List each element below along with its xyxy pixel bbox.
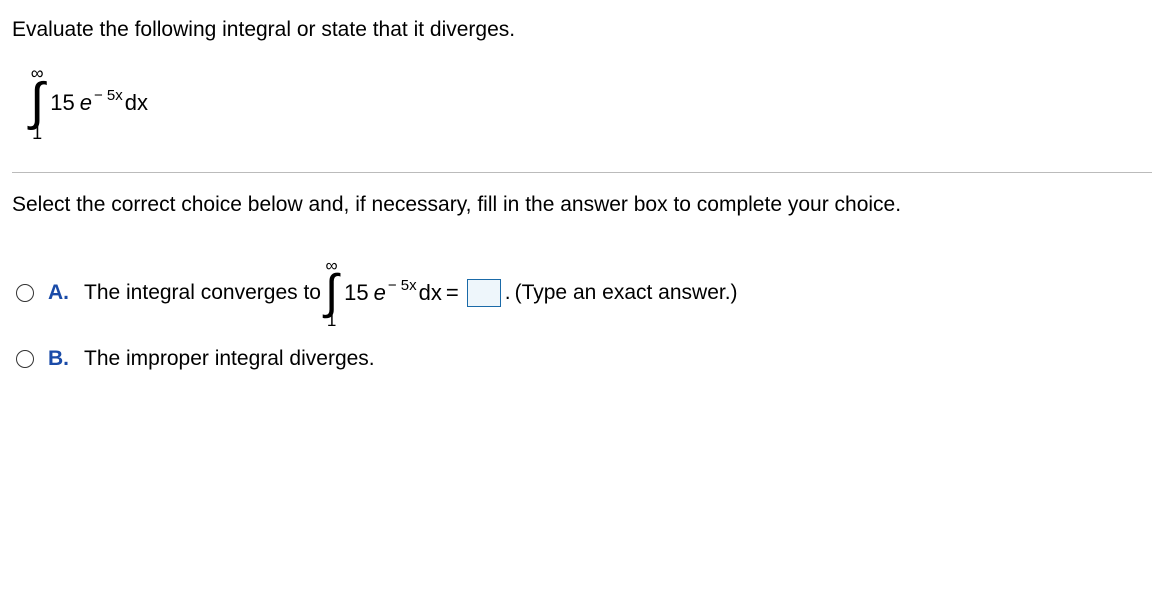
radio-choice-a[interactable] xyxy=(16,284,34,302)
inline-exponent: − 5x xyxy=(388,277,417,294)
integral-expression: ∞ ∫ 1 15 e − 5x dx xyxy=(30,64,1152,142)
radio-choice-b[interactable] xyxy=(16,350,34,368)
choice-a-text: The integral converges to ∞ ∫ 1 15 e − 5… xyxy=(84,257,738,329)
section-divider xyxy=(12,172,1152,173)
inline-integral-sign-icon: ∫ xyxy=(325,274,338,312)
choice-a-pretext: The integral converges to xyxy=(84,281,321,305)
dx: dx xyxy=(125,90,148,116)
integral-symbol-block: ∞ ∫ 1 xyxy=(30,64,44,142)
choice-a-label: A. xyxy=(48,281,72,305)
exponent: − 5x xyxy=(94,87,123,104)
coefficient: 15 xyxy=(50,90,74,116)
choice-a-hint: (Type an exact answer.) xyxy=(515,281,738,305)
inline-integral-symbol-block: ∞ ∫ 1 xyxy=(325,257,338,329)
choice-a-row: A. The integral converges to ∞ ∫ 1 15 e … xyxy=(16,257,1152,329)
integral-lower-limit: 1 xyxy=(32,124,42,142)
inline-integral-expression: ∞ ∫ 1 15 e − 5x dx = xyxy=(325,257,459,329)
equals-sign: = xyxy=(446,280,459,306)
instruction-text: Select the correct choice below and, if … xyxy=(12,193,1152,217)
inline-integral-lower: 1 xyxy=(327,312,336,329)
euler-e: e xyxy=(80,90,92,116)
inline-coefficient: 15 xyxy=(344,280,368,306)
choice-a-period: . xyxy=(505,281,511,305)
choice-b-text: The improper integral diverges. xyxy=(84,347,375,371)
integrand: 15 e − 5x dx xyxy=(50,90,148,116)
choice-b-row: B. The improper integral diverges. xyxy=(16,347,1152,371)
integral-sign-icon: ∫ xyxy=(30,82,44,124)
answer-input[interactable] xyxy=(467,279,501,307)
inline-dx: dx xyxy=(419,280,442,306)
inline-integrand: 15 e − 5x dx = xyxy=(344,280,459,306)
choice-b-label: B. xyxy=(48,347,72,371)
inline-euler-e: e xyxy=(374,280,386,306)
question-prompt: Evaluate the following integral or state… xyxy=(12,18,1152,42)
